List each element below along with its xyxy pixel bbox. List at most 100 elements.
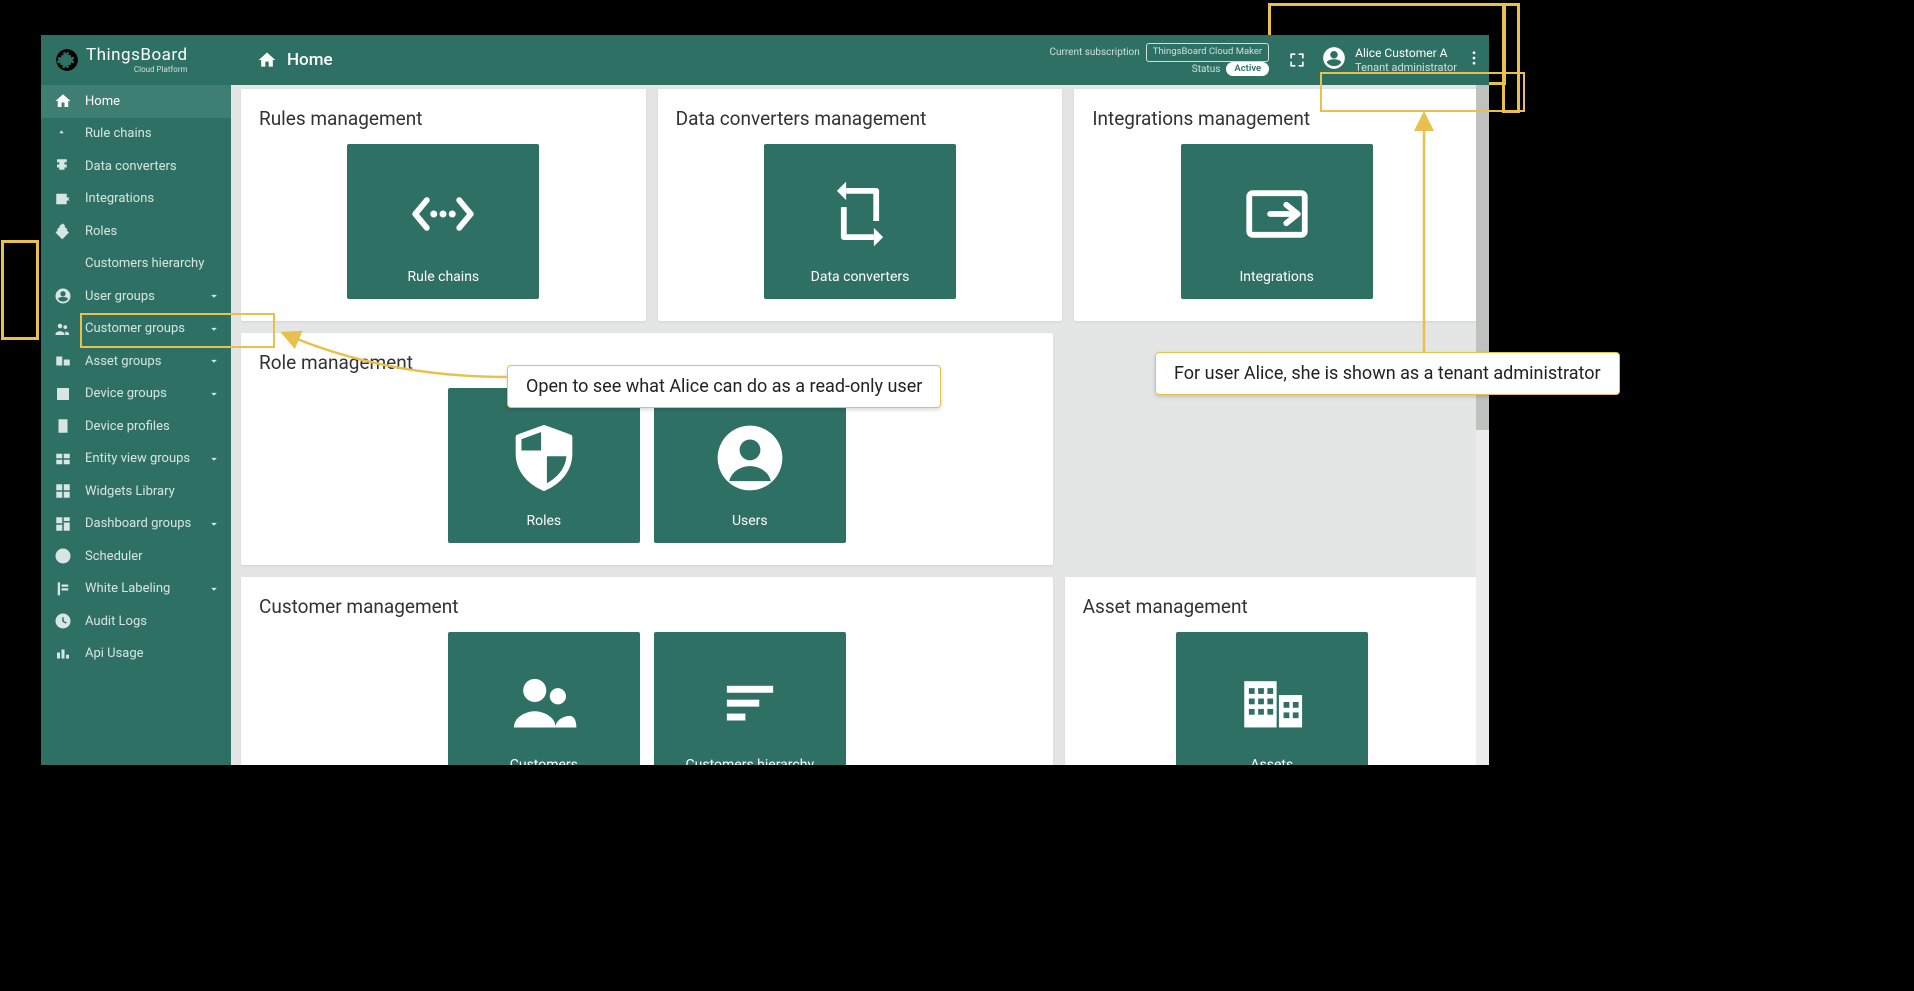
integration-icon — [1240, 177, 1314, 251]
sidebar-item-dashboard-groups[interactable]: Dashboard groups — [41, 508, 231, 541]
chevron-down-icon — [207, 387, 221, 401]
section-data-converters-management: Data converters management Data converter… — [658, 89, 1063, 321]
tile-integrations[interactable]: Integrations — [1181, 144, 1373, 299]
main-content: Rules management Rule chains Data converte… — [231, 85, 1489, 765]
profile-icon — [54, 417, 72, 435]
sidebar-item-label: Device groups — [85, 386, 207, 401]
sidebar-item-label: Dashboard groups — [85, 516, 207, 531]
converters-icon — [823, 177, 897, 251]
sidebar-item-label: Roles — [85, 224, 221, 239]
user-name: Alice Customer A — [1355, 46, 1457, 60]
tile-label: Rule chains — [407, 269, 479, 285]
hierarchy-icon — [54, 255, 72, 273]
user-menu[interactable]: Alice Customer A Tenant administrator — [1321, 45, 1457, 75]
tile-data-converters[interactable]: Data converters — [764, 144, 956, 299]
sidebar-item-label: User groups — [85, 289, 207, 304]
sidebar-item-rule-chains[interactable]: Rule chains — [41, 118, 231, 151]
sidebar-item-label: Widgets Library — [85, 484, 221, 499]
sidebar-item-customer-groups[interactable]: Customer groups — [41, 313, 231, 346]
sidebar-item-label: Customer groups — [85, 321, 207, 336]
chevron-down-icon — [207, 354, 221, 368]
subscription-info: Current subscription ThingsBoard Cloud M… — [1049, 43, 1269, 76]
tile-users[interactable]: Users — [654, 388, 846, 543]
fullscreen-button[interactable] — [1279, 42, 1315, 78]
customers-icon — [507, 665, 581, 739]
sidebar-item-home[interactable]: Home — [41, 85, 231, 118]
sidebar-item-widgets-library[interactable]: Widgets Library — [41, 475, 231, 508]
roles-icon — [507, 421, 581, 495]
sidebar-item-label: Scheduler — [85, 549, 221, 564]
brand-subtitle: Cloud Platform — [86, 66, 188, 74]
user-avatar-icon — [1321, 45, 1347, 75]
callout-left: Open to see what Alice can do as a read-… — [507, 365, 941, 408]
status-chip: Active — [1226, 62, 1269, 76]
tile-customers[interactable]: Customers — [448, 632, 640, 765]
sidebar-item-label: Entity view groups — [85, 451, 207, 466]
converters-icon — [54, 157, 72, 175]
tile-label: Data converters — [811, 269, 910, 285]
api-icon — [54, 645, 72, 663]
section-customer-management: Customer management Customers Customers hi… — [241, 577, 1053, 765]
hierarchy-icon — [713, 665, 787, 739]
whitelabel-icon — [54, 580, 72, 598]
app-bar: ThingsBoard Cloud Platform Home Current … — [41, 35, 1489, 85]
customers-icon — [54, 320, 72, 338]
scheduler-icon — [54, 547, 72, 565]
rule-chain-icon — [406, 177, 480, 251]
sidebar-item-roles[interactable]: Roles — [41, 215, 231, 248]
sidebar-item-device-profiles[interactable]: Device profiles — [41, 410, 231, 443]
integration-icon — [54, 190, 72, 208]
tile-customers-hierarchy[interactable]: Customers hierarchy — [654, 632, 846, 765]
page-title: Home — [257, 50, 333, 70]
user-role: Tenant administrator — [1355, 61, 1457, 74]
chevron-down-icon — [207, 289, 221, 303]
sidebar-item-label: Home — [85, 94, 221, 109]
sidebar-item-label: Customers hierarchy — [85, 256, 221, 271]
home-icon — [54, 92, 72, 110]
brand-logo-icon — [54, 47, 80, 73]
tile-label: Assets — [1250, 757, 1293, 765]
dashboards-icon — [54, 515, 72, 533]
sidebar-item-label: White Labeling — [85, 581, 207, 596]
section-title: Customer management — [259, 595, 458, 618]
tile-label: Users — [732, 513, 768, 529]
section-title: Asset management — [1083, 595, 1248, 618]
brand-title: ThingsBoard — [86, 47, 188, 64]
tile-assets[interactable]: Assets — [1176, 632, 1368, 765]
sidebar-item-data-converters[interactable]: Data converters — [41, 150, 231, 183]
chevron-down-icon — [207, 452, 221, 466]
sidebar-item-integrations[interactable]: Integrations — [41, 183, 231, 216]
sidebar-item-label: Asset groups — [85, 354, 207, 369]
sidebar-item-scheduler[interactable]: Scheduler — [41, 540, 231, 573]
sidebar-item-white-labeling[interactable]: White Labeling — [41, 573, 231, 606]
devices-icon — [54, 385, 72, 403]
scrollbar-track[interactable] — [1476, 85, 1489, 765]
sidebar-item-asset-groups[interactable]: Asset groups — [41, 345, 231, 378]
tile-roles[interactable]: Roles — [448, 388, 640, 543]
sidebar-item-label: Api Usage — [85, 646, 221, 661]
sidebar-item-customers-hierarchy[interactable]: Customers hierarchy — [41, 248, 231, 281]
section-rules-management: Rules management Rule chains — [241, 89, 646, 321]
tile-rule-chains[interactable]: Rule chains — [347, 144, 539, 299]
section-title: Data converters management — [676, 107, 927, 130]
sidebar-item-label: Rule chains — [85, 126, 221, 141]
tile-label: Customers — [510, 757, 578, 765]
section-title: Rules management — [259, 107, 422, 130]
entity-icon — [54, 450, 72, 468]
chevron-down-icon — [207, 517, 221, 531]
callout-right: For user Alice, she is shown as a tenant… — [1155, 352, 1620, 395]
brand-block[interactable]: ThingsBoard Cloud Platform — [41, 35, 231, 85]
more-menu-button[interactable] — [1459, 49, 1489, 71]
tile-label: Integrations — [1239, 269, 1313, 285]
rule-chain-icon — [54, 125, 72, 143]
section-integrations-management: Integrations management Integrations — [1074, 89, 1479, 321]
sidebar-item-device-groups[interactable]: Device groups — [41, 378, 231, 411]
plan-chip[interactable]: ThingsBoard Cloud Maker — [1146, 43, 1269, 61]
sidebar-item-api-usage[interactable]: Api Usage — [41, 638, 231, 671]
sidebar-item-user-groups[interactable]: User groups — [41, 280, 231, 313]
tile-label: Customers hierarchy — [686, 757, 815, 765]
sidebar-item-label: Audit Logs — [85, 614, 221, 629]
sidebar-item-entity-view-groups[interactable]: Entity view groups — [41, 443, 231, 476]
section-title: Integrations management — [1092, 107, 1310, 130]
sidebar-item-audit-logs[interactable]: Audit Logs — [41, 605, 231, 638]
